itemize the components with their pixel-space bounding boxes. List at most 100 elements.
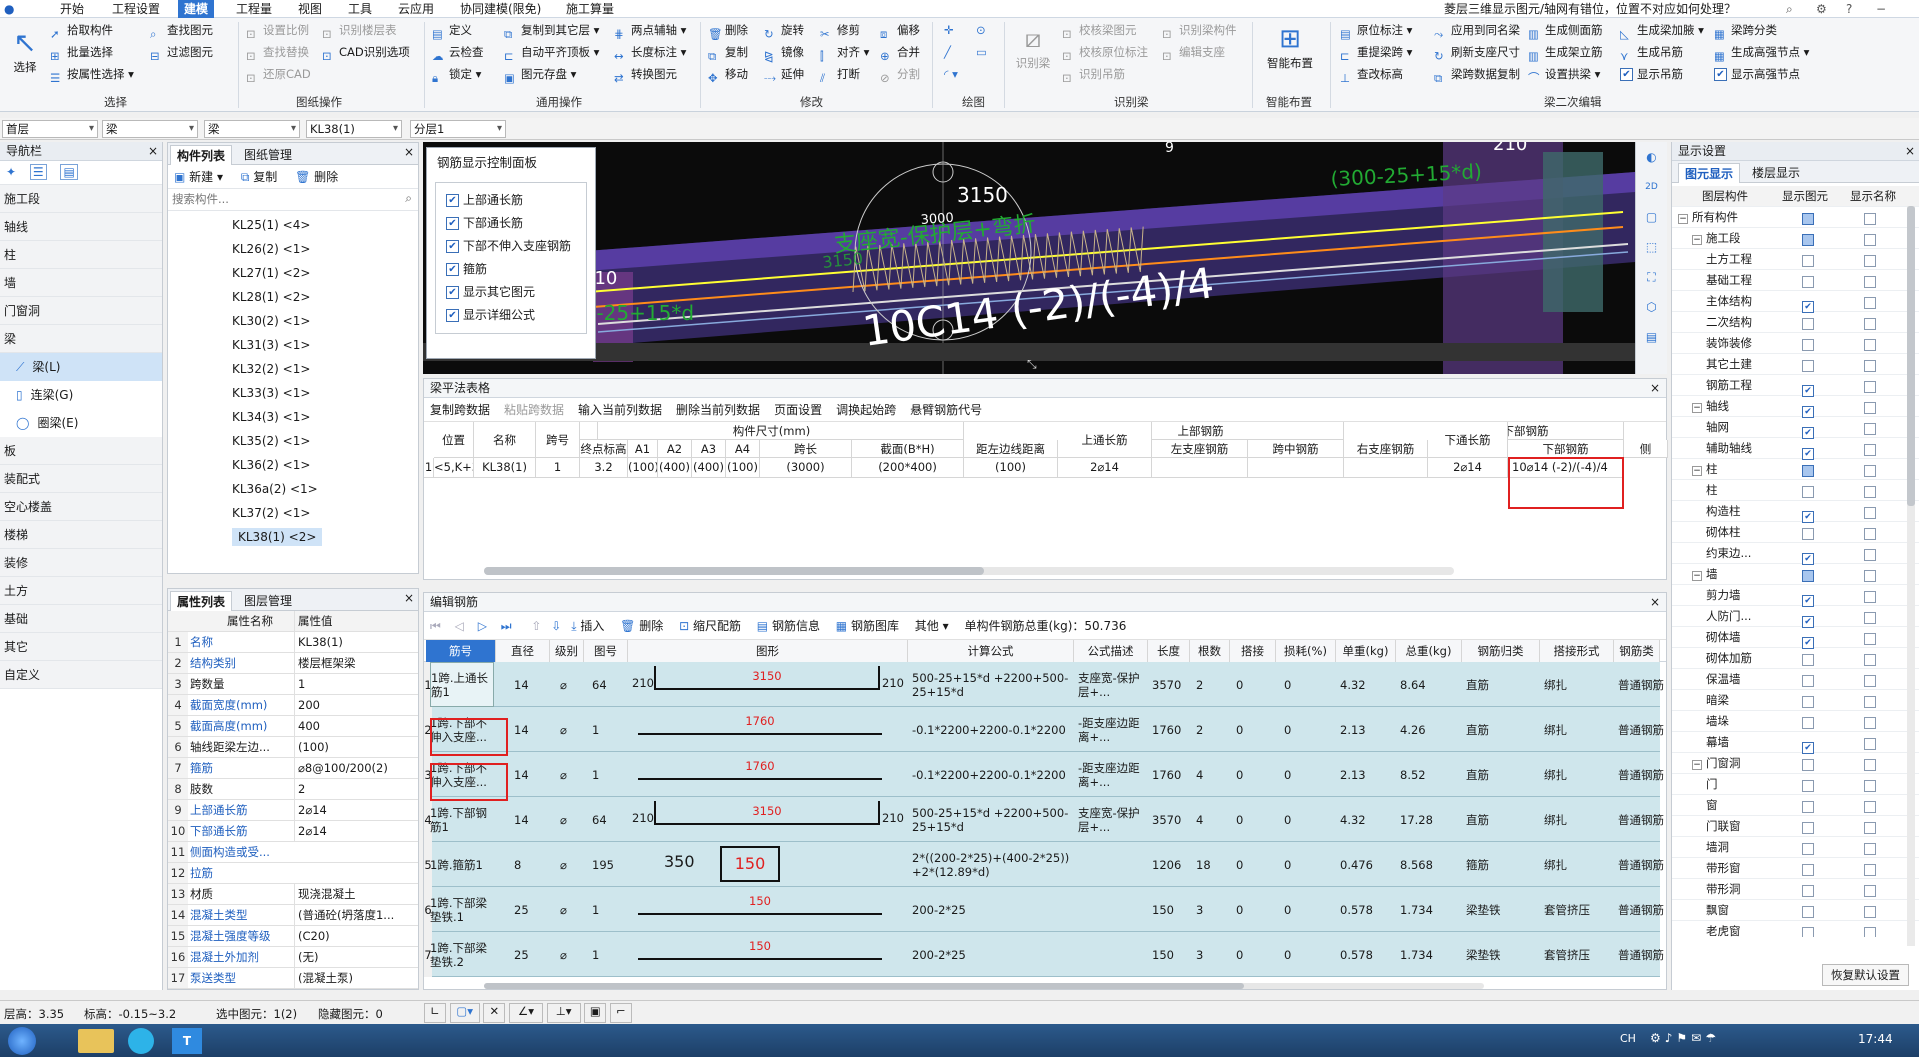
orbit-icon[interactable]: ◐ <box>1636 142 1667 172</box>
gen-erection-rebar-button[interactable]: ▥ 生成架立筋 <box>1528 42 1603 63</box>
category-select[interactable]: 梁 <box>102 120 198 138</box>
show-name-checkbox[interactable] <box>1864 570 1876 582</box>
tab-floor-display[interactable]: 楼层显示 <box>1746 163 1806 183</box>
show-name-checkbox[interactable] <box>1864 612 1876 624</box>
component-item[interactable]: KL37(2) <1> <box>168 501 418 525</box>
align-button[interactable]: ⫿ 对齐 ▾ <box>820 42 869 63</box>
close-icon[interactable]: × <box>404 591 414 605</box>
draw-arc-icon[interactable]: ◜ ▾ <box>944 64 958 84</box>
draw-rotate-point-icon[interactable]: ⊙ <box>976 20 986 40</box>
component-item[interactable]: KL25(1) <4> <box>168 213 418 237</box>
settings-icon[interactable]: ⚙ <box>1816 0 1827 18</box>
component-select[interactable]: KL38(1) <box>306 120 402 138</box>
beam-table-tool[interactable]: 悬臂钢筋代号 <box>910 403 982 417</box>
show-name-checkbox[interactable] <box>1864 885 1876 897</box>
beam-span-classify-button[interactable]: ▦ 梁跨分类 <box>1714 20 1777 41</box>
copy-span-data-button[interactable]: ⧉ 梁跨数据复制 <box>1434 64 1520 85</box>
rebar-row[interactable]: 6 1跨.下部梁垫铁.1 25 ⌀ 1 150 200-2*25 150 3 0… <box>424 887 1664 932</box>
ortho-icon[interactable]: ∟ <box>424 1003 446 1023</box>
show-name-checkbox[interactable] <box>1864 591 1876 603</box>
beam-table-cell[interactable]: <5,K+3... <box>434 458 474 478</box>
component-item[interactable]: KL34(3) <1> <box>168 405 418 429</box>
rebar-row[interactable]: 3 1跨.下部不伸入支座... 14 ⌀ 1 1760 -0.1*2200+22… <box>424 752 1664 797</box>
rebar-name-cell[interactable]: 1跨.箍筋1 <box>430 842 494 887</box>
show-name-checkbox[interactable] <box>1864 318 1876 330</box>
prop-row[interactable]: 10 下部通长筋 2⌀14 <box>168 821 418 842</box>
detail-view-icon[interactable]: ▤ <box>60 164 78 180</box>
component-item[interactable]: KL36a(2) <1> <box>168 477 418 501</box>
gen-haunch-button[interactable]: ◺ 生成梁加腋 ▾ <box>1620 20 1704 41</box>
element-save-button[interactable]: ▣ 图元存盘 ▾ <box>504 64 576 85</box>
select-button[interactable]: ↖ 选择 <box>8 26 42 80</box>
filter-element-button[interactable]: ⊟ 过滤图元 <box>150 42 213 63</box>
offset-snap-icon[interactable]: ⊥▾ <box>546 1003 581 1023</box>
component-item[interactable]: KL32(2) <1> <box>168 357 418 381</box>
show-element-checkbox[interactable] <box>1802 255 1814 267</box>
tray-icons[interactable]: ⚙♪⚑✉☂ <box>1650 1031 1720 1045</box>
gen-hanger-button[interactable]: ⋎ 生成吊筋 <box>1620 42 1683 63</box>
prop-row[interactable]: 6 轴线距梁左边... (100) <box>168 737 418 758</box>
prev-icon[interactable]: ◁ <box>455 619 464 633</box>
show-element-checkbox[interactable] <box>1802 759 1814 771</box>
beam-table-cell[interactable]: 2⌀14 <box>1428 458 1508 478</box>
merge-button[interactable]: ⊕ 合并 <box>880 42 920 63</box>
grade-icon[interactable]: ⌀ <box>560 662 580 707</box>
nav-category[interactable]: 轴线 <box>0 213 162 241</box>
show-name-checkbox[interactable] <box>1864 738 1876 750</box>
select-by-attr-button[interactable]: ☰ 按属性选择 ▾ <box>50 64 134 85</box>
identify-hanger-button[interactable]: ⊡ 识别吊筋 <box>1062 64 1125 85</box>
show-name-checkbox[interactable] <box>1864 255 1876 267</box>
beam-table-cell[interactable]: (100) <box>964 458 1058 478</box>
show-element-checkbox[interactable] <box>1802 486 1814 498</box>
zoom-extent-icon[interactable]: ⛶ <box>1636 262 1667 292</box>
tree-toggle-icon[interactable]: − <box>1678 214 1688 224</box>
lock-button[interactable]: 🔒︎ 锁定 ▾ <box>432 64 481 85</box>
menu-modeling[interactable]: 建模 <box>178 0 215 18</box>
3d-viewport[interactable]: 3150 3000 210 210 10C14 (-2)/(-4)/4 9 00… <box>423 142 1635 374</box>
show-name-checkbox[interactable] <box>1864 822 1876 834</box>
rebar-name-cell[interactable]: 1跨.下部梁垫铁.1 <box>430 887 494 932</box>
edit-rebar-hscroll[interactable] <box>484 983 1484 989</box>
nav-beam-item[interactable]: ⟋ 梁(L) <box>0 353 162 381</box>
rebar-shape-cell[interactable]: 150 <box>628 887 908 932</box>
reset-defaults-button[interactable]: 恢复默认设置 <box>1822 964 1909 986</box>
grade-icon[interactable]: ⌀ <box>560 752 580 797</box>
break-button[interactable]: ⫽ 打断 <box>820 64 860 85</box>
beam-table-cell[interactable]: (400) <box>658 458 692 478</box>
last-icon[interactable]: ⏭ <box>501 619 512 633</box>
close-icon[interactable]: × <box>148 142 158 161</box>
menu-cloud[interactable]: 云应用 <box>398 0 434 18</box>
2d-view-icon[interactable]: 2D <box>1636 172 1667 202</box>
cad-options-button[interactable]: ⊡ CAD识别选项 <box>322 42 410 63</box>
nav-category[interactable]: 梁 <box>0 325 162 353</box>
identify-beam-button[interactable]: ⧄ 识别梁 <box>1014 22 1052 78</box>
show-name-checkbox[interactable] <box>1864 234 1876 246</box>
menu-view[interactable]: 视图 <box>298 0 322 18</box>
component-item[interactable]: KL33(3) <1> <box>168 381 418 405</box>
beam-table-cell[interactable] <box>1248 458 1344 478</box>
prop-row[interactable]: 3 跨数量 1 <box>168 674 418 695</box>
batch-select-button[interactable]: ⊞ 批量选择 <box>50 42 113 63</box>
grade-icon[interactable]: ⌀ <box>560 932 580 977</box>
show-element-checkbox[interactable] <box>1802 822 1814 834</box>
capture-icon[interactable]: ▣ <box>584 1003 607 1023</box>
ime-indicator[interactable]: CH <box>1620 1032 1636 1045</box>
delete-rebar-button[interactable]: 🗑︎ 删除 <box>620 619 663 633</box>
show-element-checkbox[interactable] <box>1802 717 1814 729</box>
beam-table-cell[interactable]: (100) <box>726 458 760 478</box>
show-name-checkbox[interactable] <box>1864 906 1876 918</box>
show-name-checkbox[interactable] <box>1864 717 1876 729</box>
beam-table-cell[interactable]: (400) <box>692 458 726 478</box>
copy-component-button[interactable]: ⧉ 复制 <box>241 170 277 184</box>
set-arch-beam-button[interactable]: ⌒ 设置拱梁 ▾ <box>1528 64 1600 85</box>
search-icon[interactable]: ⌕ <box>1786 0 1793 18</box>
beam-table-cell[interactable]: 2⌀14 <box>1058 458 1152 478</box>
type-select[interactable]: 梁 <box>204 120 300 138</box>
nav-category[interactable]: 楼梯 <box>0 521 162 549</box>
two-point-axis-button[interactable]: ⋕ 两点辅轴 ▾ <box>614 20 686 41</box>
show-name-checkbox[interactable] <box>1864 528 1876 540</box>
component-search-input[interactable] <box>168 189 398 209</box>
show-element-checkbox[interactable] <box>1802 864 1814 876</box>
show-name-checkbox[interactable] <box>1864 213 1876 225</box>
show-name-checkbox[interactable] <box>1864 759 1876 771</box>
